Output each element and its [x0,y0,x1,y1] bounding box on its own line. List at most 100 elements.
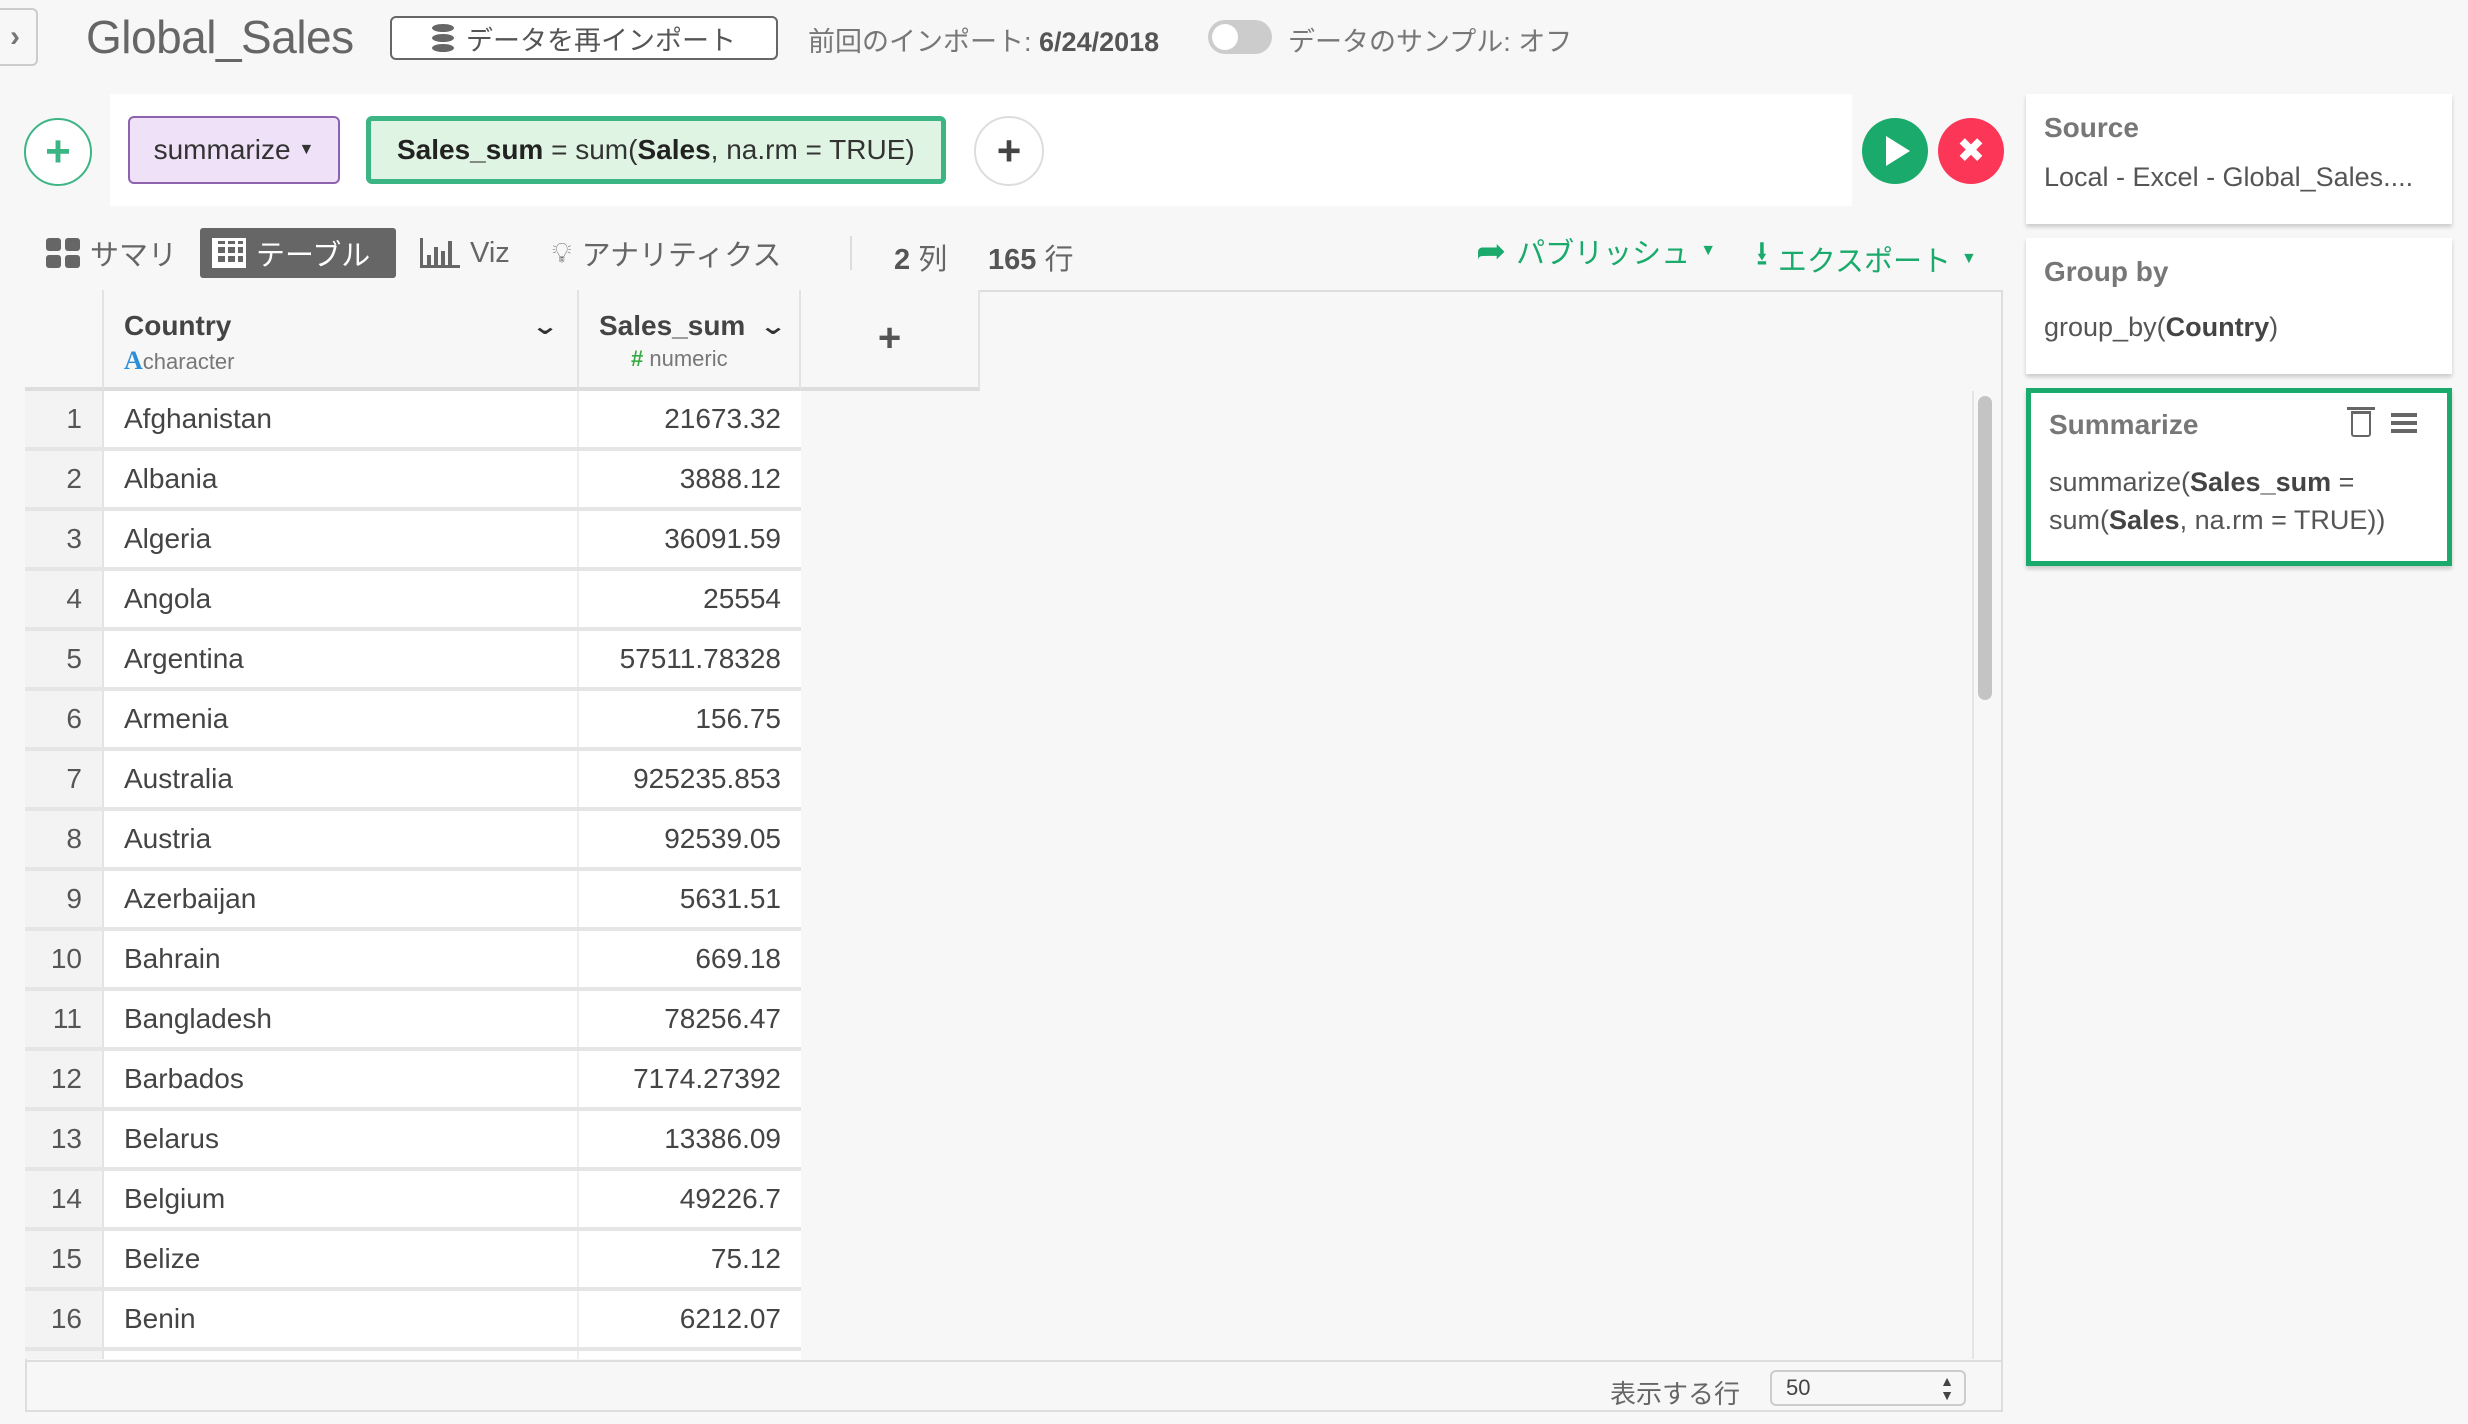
row-number: 1 [25,391,104,447]
column-type: # numeric [631,346,728,372]
tab-summary[interactable]: サマリ [34,228,189,278]
row-number: 12 [25,1051,104,1107]
country-cell: Armenia [104,691,579,747]
numeric-type-icon: # [631,346,644,371]
sales-sum-cell: 92539.05 [664,823,781,854]
last-import-label: 前回のインポート: [808,27,1032,57]
publish-label: パブリッシュ [1516,238,1691,270]
table-row[interactable]: 7 Australia 925235.853 [25,751,801,811]
share-icon: ➦ [1476,230,1507,271]
sample-toggle[interactable] [1208,20,1272,54]
cancel-button[interactable]: ✖ [1938,118,2004,184]
table-row[interactable]: 10 Bahrain 669.18 [25,931,801,991]
step-card-group-by[interactable]: Group by group_by(Country) [2026,238,2452,374]
table-row[interactable]: 4 Angola 25554 [25,571,801,631]
country-cell: Albania [104,451,579,507]
column-header-sales-sum[interactable]: Sales_sum # numeric ⌄ [579,290,801,391]
column-name: Sales_sum [599,310,746,341]
sales-sum-cell: 57511.78328 [619,643,781,674]
row-number: 5 [25,631,104,687]
table-row[interactable]: 3 Algeria 36091.59 [25,511,801,571]
country-cell [104,1351,579,1359]
sales-sum-cell: 78256.47 [664,1003,781,1034]
table-row[interactable] [25,1351,801,1359]
expression-input[interactable]: Sales_sum = sum(Sales, na.rm = TRUE) [366,116,946,184]
sales-sum-cell: 49226.7 [679,1183,781,1214]
tab-table[interactable]: テーブル [200,228,396,278]
row-number: 15 [25,1231,104,1287]
country-cell: Azerbaijan [104,871,579,927]
row-number: 10 [25,931,104,987]
column-menu-chevron-icon[interactable]: ⌄ [759,312,787,341]
last-import-info: 前回のインポート: 6/24/2018 [808,20,1159,59]
table-header: Country Acharacter ⌄ Sales_sum # numeric… [25,290,980,391]
sample-label: データのサンプル: オフ [1288,27,1573,57]
sidebar-toggle-button[interactable]: › [0,8,38,66]
table-row[interactable]: 12 Barbados 7174.27392 [25,1051,801,1111]
table-row[interactable]: 1 Afghanistan 21673.32 [25,391,801,451]
arg: Country [2165,312,2270,342]
table-row[interactable]: 15 Belize 75.12 [25,1231,801,1291]
scrollbar-track [1972,391,1974,1359]
vertical-scrollbar[interactable] [1978,396,1992,700]
tab-viz[interactable]: Viz [408,228,522,278]
add-step-button[interactable]: + [24,118,92,186]
sales-sum-cell: 7174.27392 [633,1063,781,1094]
run-button[interactable] [1862,118,1928,184]
table-row[interactable]: 2 Albania 3888.12 [25,451,801,511]
rest: , na.rm = TRUE)) [2179,505,2386,535]
expr-arg: Sales [637,134,711,165]
step-card-source[interactable]: Source Local - Excel - Global_Sales.... [2026,94,2452,224]
command-dropdown[interactable]: summarize ▼ [128,116,340,184]
fn: group_by( [2044,312,2166,342]
row-number: 9 [25,871,104,927]
column-type-label: character [142,349,235,374]
close-paren: ) [2269,312,2279,342]
row-number [25,1351,104,1359]
table-row[interactable]: 8 Austria 92539.05 [25,811,801,871]
export-button[interactable]: ⭳ エクスポート ▼ [1756,230,1977,287]
tab-label: Viz [470,236,510,269]
sales-sum-cell: 36091.59 [664,523,781,554]
add-argument-button[interactable]: + [974,116,1044,186]
arg: Sales_sum [2190,467,2332,497]
row-count: 165 行 [988,236,1073,278]
country-cell: Belgium [104,1171,579,1227]
tab-analytics[interactable]: 💡︎ アナリティクス [540,228,793,278]
command-label: summarize [153,134,291,165]
trash-icon[interactable] [2347,407,2375,437]
menu-icon[interactable] [2391,413,2417,433]
step-card-summarize[interactable]: Summarize summarize(Sales_sum = sum(Sale… [2026,388,2452,566]
table-row[interactable]: 11 Bangladesh 78256.47 [25,991,801,1051]
row-number: 4 [25,571,104,627]
column-menu-chevron-icon[interactable]: ⌄ [531,312,559,341]
export-label: エクスポート [1777,245,1952,278]
database-icon [432,24,454,52]
table-row[interactable]: 13 Belarus 13386.09 [25,1111,801,1171]
sales-sum-cell: 925235.853 [633,763,781,794]
expr-new-column: Sales_sum [397,134,544,165]
country-cell: Belarus [104,1111,579,1167]
table-row[interactable]: 9 Azerbaijan 5631.51 [25,871,801,931]
sales-sum-cell: 3888.12 [679,463,781,494]
reimport-button[interactable]: データを再インポート [390,16,778,60]
table-row[interactable]: 16 Benin 6212.07 [25,1291,801,1351]
sales-sum-cell: 25554 [703,583,781,614]
publish-button[interactable]: ➦ パブリッシュ ▼ [1476,230,1716,272]
table-row[interactable]: 6 Armenia 156.75 [25,691,801,751]
table-row[interactable]: 14 Belgium 49226.7 [25,1171,801,1231]
sales-sum-cell: 669.18 [695,943,781,974]
column-header-country[interactable]: Country Acharacter ⌄ [104,290,579,391]
country-cell: Bahrain [104,931,579,987]
row-number: 11 [25,991,104,1047]
rows-per-page-select[interactable]: 50 ▲ ▼ [1770,1370,1966,1406]
sales-sum-cell: 5631.51 [679,883,781,914]
download-icon: ⭳ [1756,235,1768,273]
row-number: 8 [25,811,104,867]
step-title: Source [2044,112,2139,143]
country-cell: Benin [104,1291,579,1347]
add-column-button[interactable]: + [801,290,980,391]
arg: Sales [2109,505,2180,535]
table-row[interactable]: 5 Argentina 57511.78328 [25,631,801,691]
close-icon: ✖ [1956,132,1986,170]
